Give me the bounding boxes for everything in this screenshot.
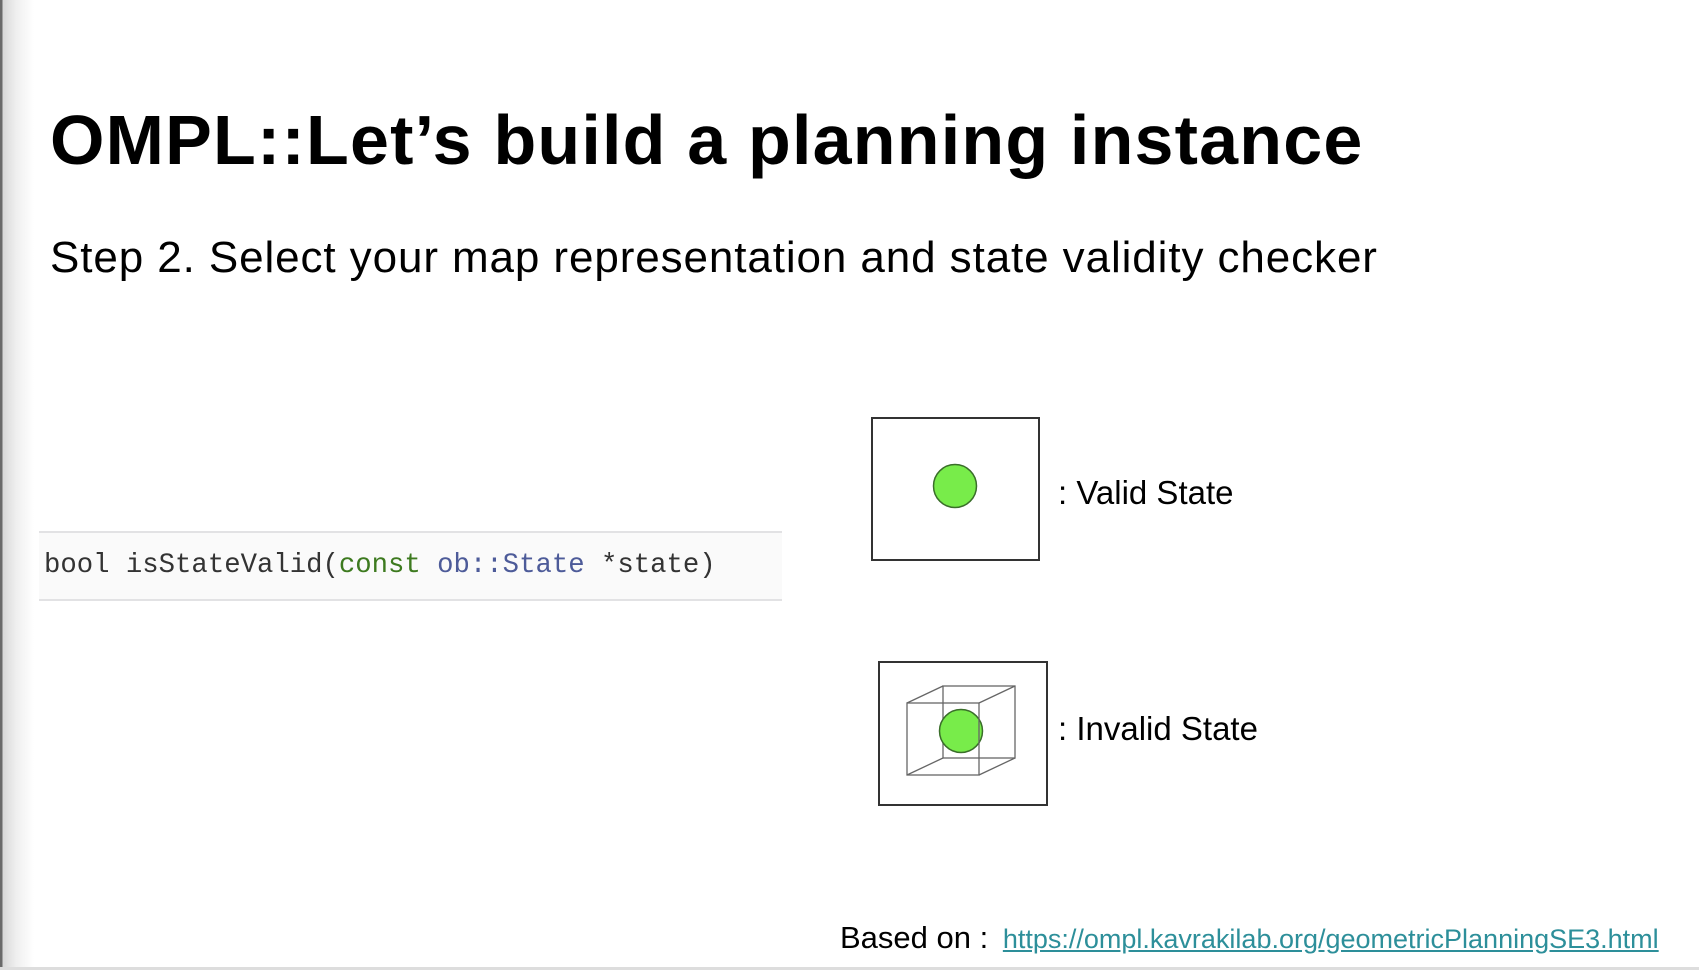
valid-state-label: : Valid State [1058, 474, 1234, 511]
valid-state-robot [932, 463, 978, 509]
valid-state-diagram [871, 417, 1040, 561]
footer-prefix: Based on : [840, 920, 989, 955]
invalid-state-robot [938, 708, 984, 754]
footer-reference: Based on : https://ompl.kavrakilab.org/g… [840, 920, 1659, 956]
reference-link[interactable]: https://ompl.kavrakilab.org/geometricPla… [1003, 924, 1659, 954]
state-diagrams [871, 417, 1048, 806]
invalid-state-diagram [878, 661, 1048, 806]
invalid-state-label: : Invalid State [1058, 710, 1258, 747]
